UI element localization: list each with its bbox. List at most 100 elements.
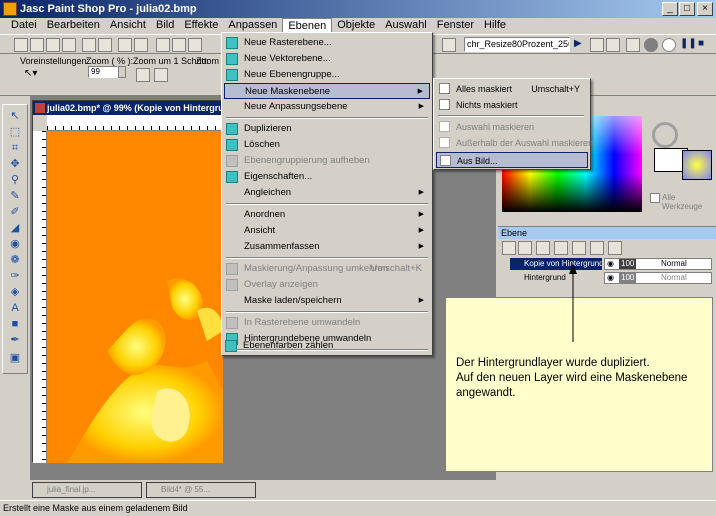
pointer-tool-icon[interactable]: ↖: [6, 109, 24, 123]
menu-ansicht[interactable]: Ansicht: [105, 18, 151, 34]
copy-icon[interactable]: [172, 38, 186, 52]
new-group-icon[interactable]: [536, 241, 550, 255]
air-brush-icon[interactable]: ✑: [6, 269, 24, 283]
undo-icon[interactable]: [118, 38, 132, 52]
new-file-icon[interactable]: [14, 38, 28, 52]
submenu-item-from-image[interactable]: Aus Bild...: [436, 152, 588, 168]
run-script-icon[interactable]: ▶: [574, 38, 588, 52]
menu-item-new-mask-layer[interactable]: Neue Maskenebene ▶: [224, 83, 430, 99]
script-output-icon[interactable]: [606, 38, 620, 52]
submenu-item-all-masked[interactable]: Alles maskiert Umschalt+Y: [436, 81, 588, 97]
retouch-tool-icon[interactable]: ◢: [6, 221, 24, 235]
menu-item-show-overlay[interactable]: Overlay anzeigen: [224, 277, 430, 293]
dropper-tool-icon[interactable]: ⚲: [6, 173, 24, 187]
no-color-icon[interactable]: [652, 122, 678, 148]
menu-bild[interactable]: Bild: [151, 18, 179, 34]
paint-brush-icon[interactable]: ✎: [6, 189, 24, 203]
browse-icon[interactable]: [46, 38, 60, 52]
menu-item-merge[interactable]: Zusammenfassen ▶: [224, 239, 430, 255]
maximize-button[interactable]: □: [679, 2, 695, 16]
print-icon[interactable]: [98, 38, 112, 52]
layer-row-kopie-von-hintergrund[interactable]: Kopie von Hintergrund: [510, 258, 602, 270]
layer-blend-mode[interactable]: Normal: [661, 273, 687, 283]
minimized-window-julia-final[interactable]: julia_final.jp...: [32, 482, 142, 498]
menu-item-new-vector-layer[interactable]: Neue Vektorebene...: [224, 51, 430, 67]
crop-tool-icon[interactable]: ⌗: [6, 141, 24, 155]
menu-item-matting[interactable]: Angleichen ▶: [224, 185, 430, 201]
minimize-button[interactable]: _: [662, 2, 678, 16]
pen-tool-icon[interactable]: ✒: [6, 333, 24, 347]
menu-datei[interactable]: Datei: [6, 18, 42, 34]
visibility-eye-icon[interactable]: ◉: [607, 259, 614, 269]
picture-tube-icon[interactable]: ❁: [6, 253, 24, 267]
fractal-image: [67, 278, 223, 463]
app-icon[interactable]: [3, 2, 17, 16]
new-vector-layer-icon[interactable]: [518, 241, 532, 255]
menu-item-duplicate[interactable]: Duplizieren: [224, 121, 430, 137]
close-button[interactable]: ×: [697, 2, 713, 16]
object-selector-icon[interactable]: ▣: [6, 351, 24, 365]
scanner-icon[interactable]: [62, 38, 76, 52]
stop-icon[interactable]: ■: [698, 38, 712, 52]
preset-shape-icon[interactable]: ■: [6, 317, 24, 331]
layer-blend-mode[interactable]: Normal: [661, 259, 687, 269]
zoom-in-icon[interactable]: [136, 68, 150, 82]
image-canvas[interactable]: [47, 131, 223, 463]
zoom-input[interactable]: 99: [88, 66, 118, 78]
selection-tool-icon[interactable]: ⬚: [6, 125, 24, 139]
delete-layer-icon[interactable]: [590, 241, 604, 255]
menu-item-invert-mask[interactable]: Maskierung/Anpassung umkehren Umschalt+K: [224, 261, 430, 277]
visibility-eye-icon[interactable]: ◉: [607, 273, 614, 283]
submenu-item-mask-outside-selection[interactable]: Außerhalb der Auswahl maskieren: [436, 135, 593, 151]
image-window-title[interactable]: julia02.bmp* @ 99% (Kopie von Hintergrun…: [33, 101, 221, 115]
save-icon[interactable]: [82, 38, 96, 52]
foreground-color-swatch[interactable]: [682, 150, 712, 180]
text-tool-icon[interactable]: A: [6, 301, 24, 315]
menu-effekte[interactable]: Effekte: [179, 18, 223, 34]
new-mask-icon[interactable]: [554, 241, 568, 255]
move-tool-icon[interactable]: ✥: [6, 157, 24, 171]
menu-item-load-save-mask[interactable]: Maske laden/speichern ▶: [224, 293, 430, 309]
menu-fenster[interactable]: Fenster: [432, 18, 479, 34]
menu-bearbeiten[interactable]: Bearbeiten: [42, 18, 105, 34]
edit-script-icon[interactable]: [590, 38, 604, 52]
submenu-item-mask-selection[interactable]: Auswahl maskieren: [436, 119, 588, 135]
script-select[interactable]: chr_Resize80Prozent_256l: [464, 37, 570, 52]
pause-record-icon[interactable]: [644, 38, 658, 52]
menu-item-ungroup[interactable]: Ebenengruppierung aufheben: [224, 153, 430, 169]
open-file-icon[interactable]: [30, 38, 44, 52]
new-raster-layer-icon[interactable]: [502, 241, 516, 255]
image-window-icon[interactable]: [35, 103, 45, 113]
zoom-out-icon[interactable]: [154, 68, 168, 82]
layer-opacity[interactable]: 100: [619, 273, 637, 283]
menu-item-delete[interactable]: Löschen: [224, 137, 430, 153]
record-icon[interactable]: [626, 38, 640, 52]
menu-item-properties[interactable]: Eigenschaften...: [224, 169, 430, 185]
menu-item-new-layer-group[interactable]: Neue Ebenengruppe...: [224, 67, 430, 83]
menu-item-arrange[interactable]: Anordnen ▶: [224, 207, 430, 223]
flood-fill-icon[interactable]: ◈: [6, 285, 24, 299]
eraser-tool-icon[interactable]: ◉: [6, 237, 24, 251]
script-icon[interactable]: [442, 38, 456, 52]
pause-icon[interactable]: ❚❚: [680, 38, 697, 52]
layer-properties-icon[interactable]: [608, 241, 622, 255]
duplicate-layer-icon[interactable]: [572, 241, 586, 255]
minimized-window-bild4[interactable]: Bild4* @ 55...: [146, 482, 256, 498]
preset-pointer-icon[interactable]: ↖▾: [24, 68, 46, 82]
submenu-item-nothing-masked[interactable]: Nichts maskiert: [436, 97, 588, 113]
paste-icon[interactable]: [188, 38, 202, 52]
menu-hilfe[interactable]: Hilfe: [479, 18, 511, 34]
redo-icon[interactable]: [134, 38, 148, 52]
menu-item-convert-to-raster[interactable]: In Rasterebene umwandeln: [224, 315, 430, 331]
zoom-spinner[interactable]: [118, 66, 126, 78]
cut-icon[interactable]: [156, 38, 170, 52]
all-tools-checkbox[interactable]: [650, 193, 660, 203]
layer-row-hintergrund[interactable]: Hintergrund: [510, 272, 602, 284]
layer-opacity[interactable]: 100: [619, 259, 637, 269]
clone-brush-icon[interactable]: ✐: [6, 205, 24, 219]
stop-record-icon[interactable]: [662, 38, 676, 52]
menu-item-view[interactable]: Ansicht ▶: [224, 223, 430, 239]
menu-item-count-colors[interactable]: Ebenenfarben zählen: [223, 338, 429, 354]
menu-item-new-adjustment-layer[interactable]: Neue Anpassungsebene ▶: [224, 99, 430, 115]
menu-item-new-raster-layer[interactable]: Neue Rasterebene...: [224, 35, 430, 51]
